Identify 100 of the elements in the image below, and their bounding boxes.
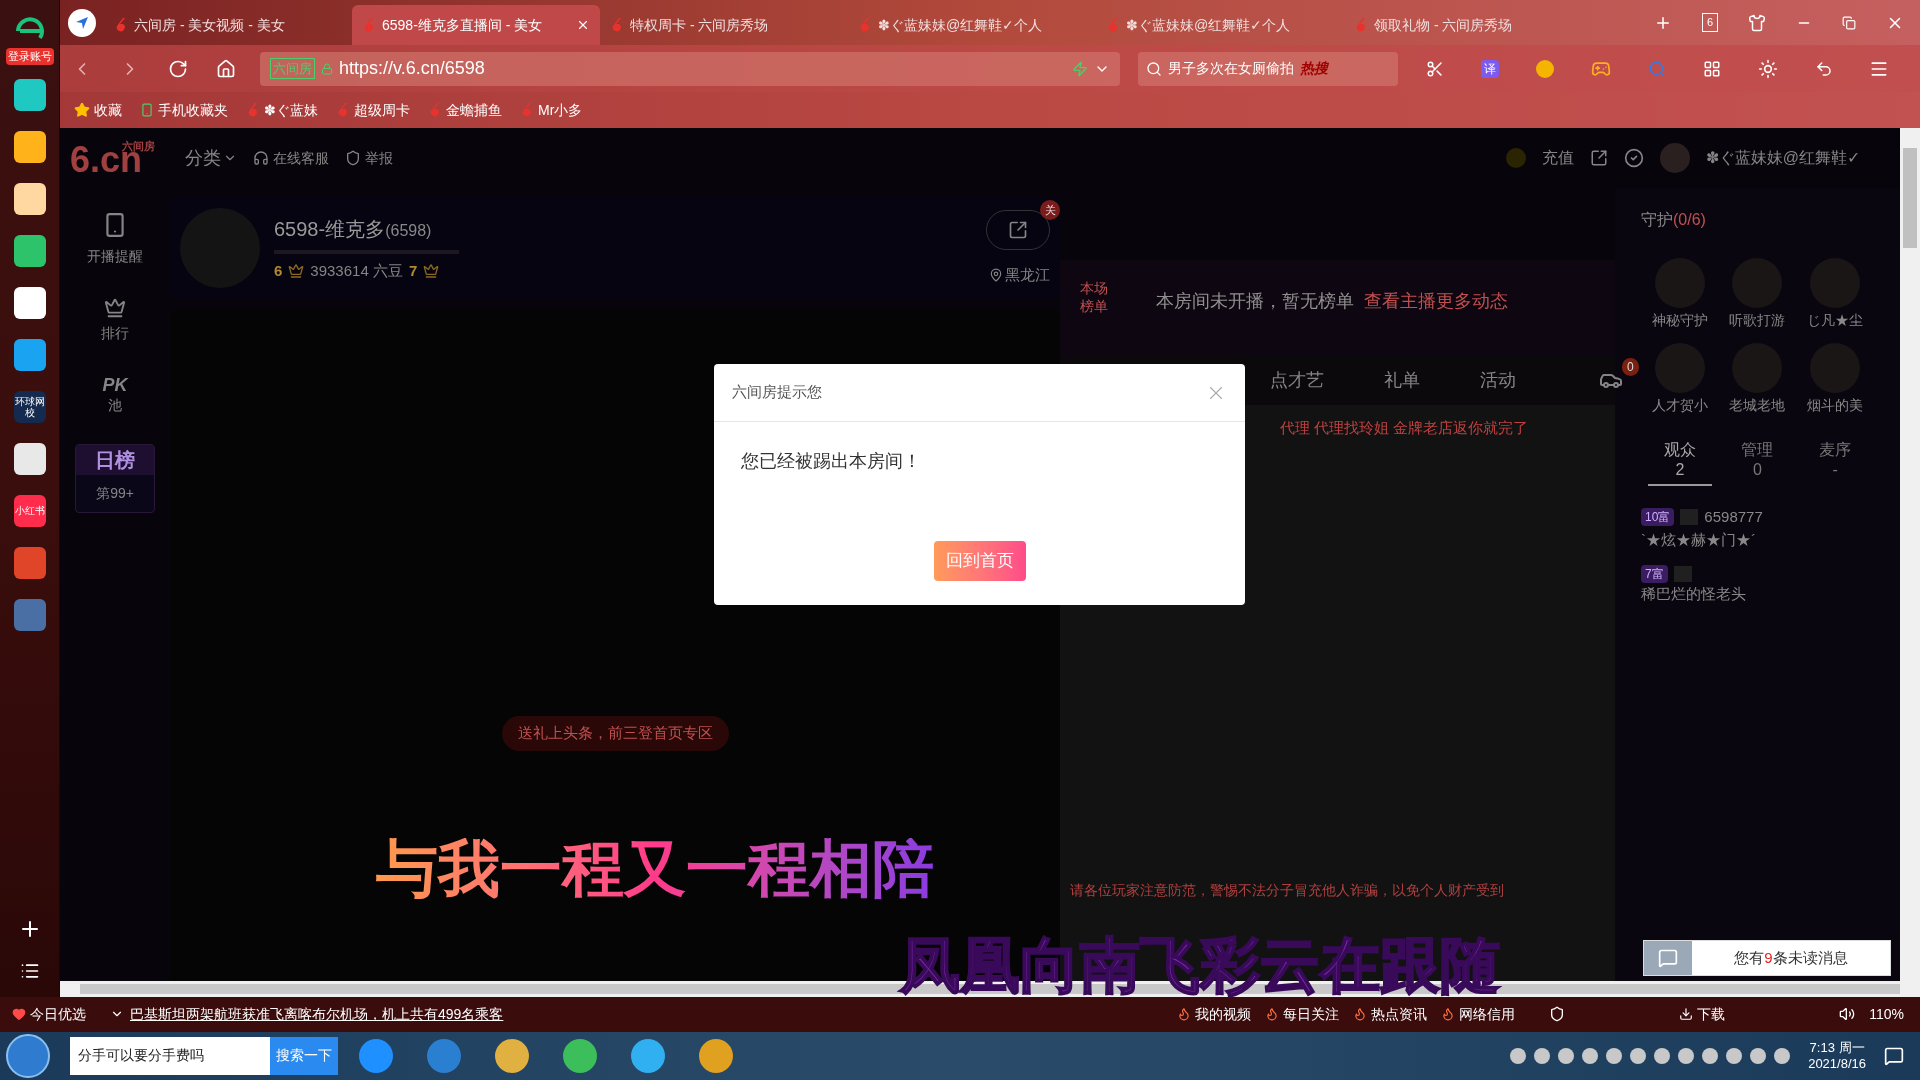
status-item[interactable]: 每日关注 (1265, 1003, 1340, 1025)
user-name[interactable]: ✽ぐ蓝妹妹@红舞鞋✓ (1705, 146, 1860, 170)
clock-date[interactable]: 2021/8/16 (1808, 1055, 1866, 1073)
browser-tab[interactable]: ✽ぐ蓝妹妹@红舞鞋✓个人 (848, 5, 1096, 45)
bookmark-item[interactable]: 手机收藏夹 (140, 99, 228, 121)
skin-icon[interactable] (1748, 13, 1766, 32)
bookmark-item[interactable]: 超级周卡 (336, 99, 410, 121)
audience-name[interactable]: `★炫★赫★门★´ (1641, 528, 1874, 551)
unread-messages-popup[interactable]: 您有9条未读消息 (1643, 940, 1891, 976)
board-label: 本场榜单 (1080, 280, 1109, 315)
anchor-level: 6 (274, 260, 283, 281)
daily-rank-card[interactable]: 日榜 第99+ (75, 444, 155, 513)
browser-tab[interactable]: 6598-维克多直播间 - 美女 (352, 5, 600, 45)
download-item[interactable]: 下载 (1679, 1003, 1726, 1025)
ranking-link[interactable]: 排行 (101, 297, 129, 344)
room-tab[interactable]: 活动 (1480, 366, 1516, 394)
app-icon[interactable] (13, 286, 46, 319)
user-id: 6598777 (1704, 507, 1763, 527)
support-link[interactable]: 在线客服 (253, 147, 330, 169)
browser-tab[interactable]: ✽ぐ蓝妹妹@红舞鞋✓个人 (1096, 5, 1344, 45)
gift-banner[interactable]: 送礼上头条，前三登首页专区 (501, 716, 729, 751)
status-item[interactable]: 热点资讯 (1353, 1003, 1428, 1025)
status-icon (1177, 1007, 1192, 1022)
app-icon[interactable]: 环球网校 (13, 390, 46, 423)
bookmark-item[interactable]: 收藏 (74, 99, 122, 121)
vertical-scrollbar[interactable] (1900, 128, 1920, 981)
search-field[interactable]: 男子多次在女厕偷拍 热搜 (1138, 51, 1398, 86)
taskbar-search-button[interactable]: 搜索一下 (270, 1036, 338, 1075)
recharge-link[interactable]: 充值 (1541, 146, 1574, 170)
six-logo-icon (114, 17, 128, 33)
address-bar[interactable]: 六间房 https://v.6.cn/6598 (260, 51, 1120, 86)
app-icon[interactable] (13, 338, 46, 371)
room-tab[interactable]: 礼单 (1384, 366, 1420, 394)
pk-pool-link[interactable]: PK 池 (102, 374, 128, 414)
reload-icon[interactable] (168, 58, 188, 79)
status-icon (1265, 1007, 1280, 1022)
audience-tab[interactable]: 麦序 - (1803, 440, 1868, 486)
site-badge: 六间房 (270, 57, 315, 80)
today-picks[interactable]: 今日优选 (12, 1003, 86, 1025)
login-button[interactable]: 登录账号 (5, 48, 54, 65)
hot-search-tag: 热搜 (1300, 58, 1328, 79)
zoom-level[interactable]: 110% (1869, 1003, 1904, 1025)
anchor-name: 6598-维克多(6598) (274, 216, 433, 242)
guard-name: じ凡★尘 (1807, 311, 1864, 330)
heart-icon (12, 1007, 26, 1022)
grid-icon[interactable] (1702, 59, 1721, 78)
star-icon (74, 102, 90, 118)
category-menu[interactable]: 分类 (185, 144, 238, 172)
news-link[interactable]: 巴基斯坦两架航班获准飞离喀布尔机场，机上共有499名乘客 (130, 1003, 504, 1025)
site-logo[interactable]: 6.cn六间房 (70, 137, 156, 179)
board-link[interactable]: 查看主播更多动态 (1364, 288, 1508, 315)
taskbar-search-field[interactable]: 分手可以要分手费吗 (70, 1036, 270, 1075)
app-icon[interactable] (13, 182, 46, 215)
browser-tab[interactable]: 领取礼物 - 六间房秀场 (1344, 5, 1592, 45)
audience-tab[interactable]: 观众 2 (1647, 440, 1712, 486)
audience-tab[interactable]: 管理 0 (1725, 440, 1790, 486)
clock-time[interactable]: 7:13 周一 (1809, 1039, 1865, 1056)
translate-button[interactable]: 译 (1481, 59, 1500, 78)
unread-text: 您有9条未读消息 (1733, 947, 1849, 968)
warning-text: 请各位玩家注意防范，警惕不法分子冒充他人诈骗，以免个人财产受到 (1070, 880, 1505, 900)
status-item[interactable]: 我的视频 (1177, 1003, 1252, 1025)
audience-name[interactable]: 稀巴烂的怪老头 (1641, 583, 1874, 606)
undo-icon[interactable] (1814, 59, 1833, 78)
volume-icon[interactable] (1839, 1006, 1856, 1023)
edit-icon[interactable] (1589, 149, 1608, 167)
bookmark-item[interactable]: ✽ぐ蓝妹 (246, 99, 318, 121)
tab-count[interactable]: 6 (1701, 13, 1718, 32)
room-tab[interactable]: 点才艺 (1270, 366, 1324, 394)
app-icon[interactable] (13, 130, 46, 163)
app-icon[interactable]: 小红书 (13, 494, 46, 527)
start-button[interactable] (6, 1033, 50, 1078)
navigation-icon[interactable] (68, 8, 96, 37)
dialog-message: 您已经被踢出本房间！ (740, 450, 922, 473)
report-link[interactable]: 举报 (345, 147, 394, 169)
scissors-icon[interactable] (1426, 59, 1445, 78)
coin-icon[interactable] (1536, 59, 1555, 78)
status-item[interactable]: 网络信用 (1441, 1003, 1516, 1025)
tray-icons[interactable] (1510, 1047, 1791, 1064)
notification-icon[interactable] (1884, 1045, 1904, 1066)
shield-icon[interactable] (1549, 1006, 1566, 1023)
six-logo-icon (362, 17, 376, 33)
restore-icon[interactable] (1842, 15, 1856, 30)
bookmark-item[interactable]: 金蟾捕鱼 (428, 99, 502, 121)
home-icon[interactable] (216, 58, 236, 79)
browser-tab[interactable]: 特权周卡 - 六间房秀场 (600, 5, 848, 45)
bookmark-item[interactable]: Mr小多 (520, 99, 583, 121)
dialog-title: 六间房提示您 (732, 382, 822, 403)
app-icon[interactable] (13, 234, 46, 267)
app-icon[interactable] (13, 78, 46, 111)
app-icon[interactable] (13, 442, 46, 475)
crown-icon (288, 263, 305, 279)
user-badge-icon (1680, 509, 1699, 526)
search-text: 男子多次在女厕偷拍 (1168, 59, 1294, 78)
close-tab-icon[interactable] (576, 18, 590, 32)
check-icon[interactable] (1623, 148, 1644, 168)
browser-tab[interactable]: 六间房 - 美女视频 - 美女 (104, 5, 352, 45)
search-icon (1146, 60, 1162, 77)
brightness-icon[interactable] (1757, 58, 1778, 79)
live-reminder[interactable]: 开播提醒 (87, 208, 143, 267)
rank-badge: 7富 (1641, 565, 1668, 583)
